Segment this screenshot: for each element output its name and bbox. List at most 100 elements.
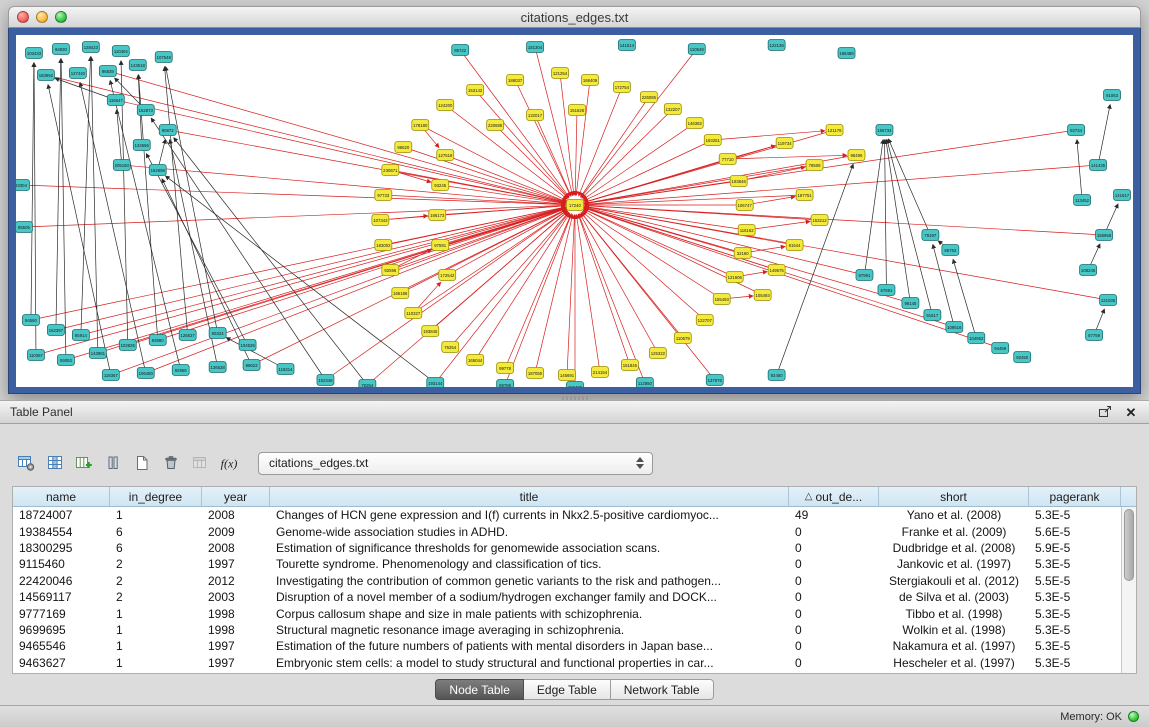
graph-node[interactable]: 127440: [69, 68, 86, 79]
graph-node[interactable]: 132017: [527, 110, 544, 121]
graph-node[interactable]: 155958: [1096, 230, 1113, 241]
column-list-icon[interactable]: [99, 450, 126, 476]
graph-node[interactable]: 107343: [372, 215, 389, 226]
delete-column-icon[interactable]: [157, 450, 184, 476]
graph-edge[interactable]: [108, 71, 566, 202]
graph-edge[interactable]: [575, 110, 577, 195]
graph-node[interactable]: 151626: [569, 105, 586, 116]
graph-node[interactable]: 183002: [375, 240, 392, 251]
import-table-icon[interactable]: [186, 450, 213, 476]
graph-edge[interactable]: [151, 118, 325, 380]
graph-node[interactable]: 109516: [946, 322, 963, 333]
table-row[interactable]: 2242004622012Investigating the contribut…: [13, 573, 1121, 589]
graph-node[interactable]: 92450: [1014, 352, 1031, 363]
graph-node[interactable]: 79197: [922, 230, 939, 241]
graph-edge[interactable]: [34, 63, 36, 355]
graph-node[interactable]: 166734: [876, 125, 893, 136]
graph-node[interactable]: 98496: [848, 150, 865, 161]
graph-node[interactable]: 94560: [22, 315, 39, 326]
graph-node[interactable]: 166409: [581, 75, 598, 86]
table-row[interactable]: 969969511998Structural magnetic resonanc…: [13, 622, 1121, 638]
graph-edge[interactable]: [886, 140, 910, 303]
network-window-titlebar[interactable]: citations_edges.txt: [8, 6, 1141, 28]
table-row[interactable]: 1872400712008Changes of HCN gene express…: [13, 507, 1121, 523]
graph-node[interactable]: 143518: [129, 60, 146, 71]
graph-node[interactable]: 76254: [442, 342, 459, 353]
graph-node[interactable]: 151845: [621, 360, 638, 371]
scrollbar-thumb[interactable]: [1124, 509, 1134, 581]
graph-node[interactable]: 153212: [811, 215, 828, 226]
float-panel-icon[interactable]: [1097, 404, 1113, 420]
show-columns-icon[interactable]: [41, 450, 68, 476]
table-selector[interactable]: citations_edges.txt: [258, 452, 653, 475]
column-header-short[interactable]: short: [879, 487, 1029, 506]
graph-node[interactable]: 94930: [52, 44, 69, 55]
graph-edge[interactable]: [747, 221, 810, 230]
graph-edge[interactable]: [80, 83, 146, 373]
graph-edge[interactable]: [413, 211, 566, 313]
graph-node[interactable]: 110548: [688, 44, 705, 55]
close-panel-icon[interactable]: ✕: [1123, 404, 1139, 420]
graph-node[interactable]: 85914: [72, 330, 89, 341]
graph-node[interactable]: 92596: [382, 265, 399, 276]
graph-node[interactable]: 95722: [452, 45, 469, 56]
graph-edge[interactable]: [584, 209, 735, 277]
graph-edge[interactable]: [162, 179, 251, 365]
graph-edge[interactable]: [576, 80, 590, 195]
tab-node-table[interactable]: Node Table: [435, 679, 524, 700]
graph-edge[interactable]: [403, 147, 565, 202]
graph-edge[interactable]: [475, 90, 568, 197]
graph-node[interactable]: 178180: [412, 120, 429, 131]
graph-edge[interactable]: [252, 209, 566, 365]
graph-node[interactable]: 186037: [507, 75, 524, 86]
graph-node[interactable]: 87991: [856, 270, 873, 281]
graph-edge[interactable]: [585, 195, 805, 205]
graph-edge[interactable]: [584, 208, 1000, 348]
graph-node[interactable]: 152873: [137, 105, 154, 116]
graph-node[interactable]: 78508: [806, 160, 823, 171]
graph-edge[interactable]: [567, 215, 575, 375]
tab-network-table[interactable]: Network Table: [611, 679, 714, 700]
graph-node[interactable]: 107548: [155, 52, 172, 63]
graph-edge[interactable]: [31, 63, 34, 320]
graph-node[interactable]: 155493: [713, 294, 730, 305]
graph-node[interactable]: 105493: [754, 290, 771, 301]
graph-node[interactable]: 103433: [25, 48, 42, 59]
graph-node[interactable]: 187751: [796, 190, 813, 201]
graph-node[interactable]: 76354: [359, 380, 376, 388]
graph-node[interactable]: 166186: [392, 288, 409, 299]
graph-node[interactable]: 67759: [1086, 330, 1103, 341]
graph-node[interactable]: 205160: [113, 160, 130, 171]
graph-node[interactable]: 134556: [133, 140, 150, 151]
column-header-out-de[interactable]: △out_de...: [789, 487, 879, 506]
graph-node[interactable]: 230671: [382, 165, 399, 176]
graph-node[interactable]: 88786: [497, 380, 514, 388]
graph-node[interactable]: 122707: [696, 315, 713, 326]
graph-node[interactable]: 125527: [179, 330, 196, 341]
graph-node[interactable]: 141435: [1090, 160, 1107, 171]
graph-edge[interactable]: [585, 130, 1076, 204]
graph-edge[interactable]: [81, 57, 91, 335]
graph-node[interactable]: 163251: [704, 135, 721, 146]
graph-edge[interactable]: [166, 176, 436, 383]
graph-node[interactable]: 113452: [1074, 195, 1091, 206]
table-row[interactable]: 1830029562008Estimation of significance …: [13, 540, 1121, 556]
graph-node[interactable]: 145691: [559, 370, 576, 381]
graph-edge[interactable]: [31, 207, 565, 320]
graph-edge[interactable]: [36, 208, 565, 355]
graph-edge[interactable]: [146, 154, 247, 345]
graph-edge[interactable]: [535, 115, 571, 196]
graph-node[interactable]: 106480: [137, 368, 154, 379]
table-scrollbar[interactable]: [1121, 507, 1136, 673]
graph-node[interactable]: 183992: [37, 70, 54, 81]
graph-node[interactable]: 165044: [467, 355, 484, 366]
graph-node[interactable]: 94459: [992, 343, 1009, 354]
graph-node[interactable]: 110387: [27, 350, 44, 361]
graph-node[interactable]: 92958: [172, 365, 189, 376]
column-header-title[interactable]: title: [270, 487, 789, 506]
graph-node[interactable]: 181304: [527, 42, 544, 53]
graph-node[interactable]: 124200: [437, 100, 454, 111]
graph-node[interactable]: 226085: [640, 92, 657, 103]
graph-edge[interactable]: [1077, 140, 1082, 200]
graph-node[interactable]: 121035: [1100, 295, 1117, 306]
